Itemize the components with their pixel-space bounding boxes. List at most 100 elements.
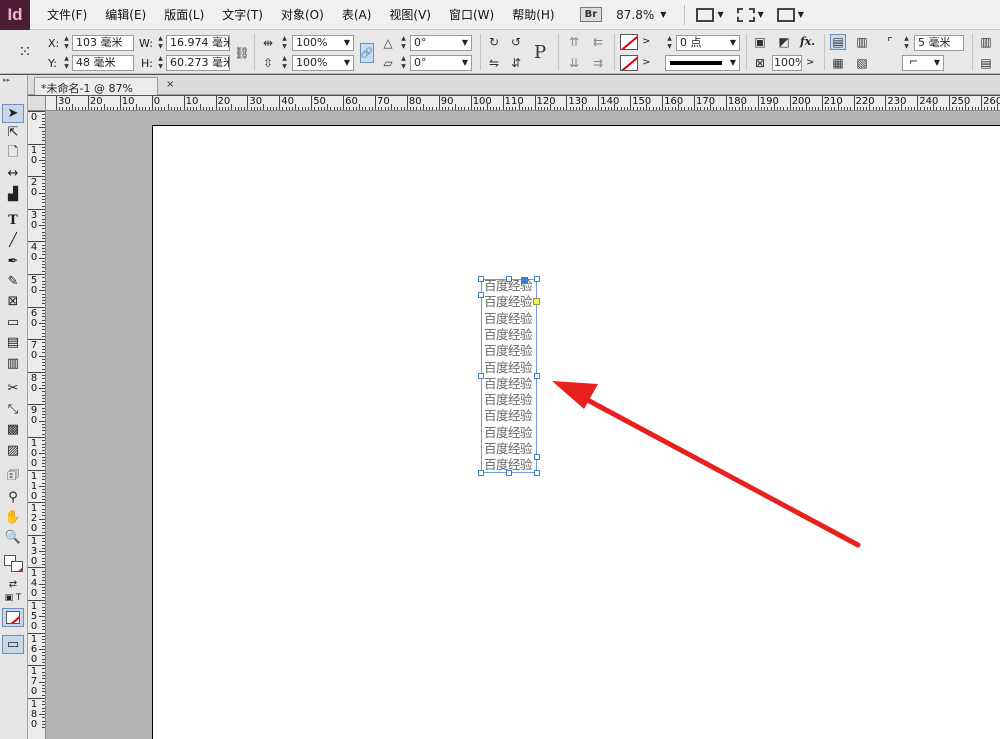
shadow-toggle-icon[interactable]: ◩ (776, 34, 792, 50)
text-out-port[interactable] (533, 298, 540, 305)
stroke-weight-stepper-icon[interactable]: ▲ ▼ (665, 35, 674, 51)
scale-y-field[interactable]: 100% ▼ (292, 55, 354, 71)
drop-shadow-icon[interactable]: ▣ (752, 34, 768, 50)
corner-shape-dropdown[interactable]: ⌐ ▼ (902, 55, 944, 71)
stroke-weight-field[interactable]: 0 点 ▼ (676, 35, 740, 51)
fill-swatch-icon[interactable] (620, 34, 638, 50)
close-icon[interactable]: × (166, 79, 174, 90)
arrange-documents-icon[interactable] (776, 7, 795, 22)
w-stepper-icon[interactable]: ▲ ▼ (156, 35, 165, 51)
h-stepper-icon[interactable]: ▲ ▼ (156, 55, 165, 71)
direct-selection-tool-icon[interactable]: ⇱ (2, 123, 24, 142)
width-field[interactable]: 16.974 毫米 (166, 35, 230, 51)
ruler-origin[interactable] (28, 96, 46, 111)
shear-angle-field[interactable]: 0° ▼ (410, 55, 472, 71)
wrap-none-icon[interactable]: ▦ (830, 55, 846, 71)
hand-tool-icon[interactable]: ✋ (2, 508, 24, 527)
free-transform-tool-icon[interactable]: ⤡ (2, 400, 24, 419)
chevron-right-icon[interactable]: > (642, 57, 650, 68)
flip-vertical-icon[interactable]: ⇵ (508, 55, 524, 71)
type-tool-icon[interactable]: T (2, 211, 24, 230)
rotate-stepper-icon[interactable]: ▲ ▼ (399, 35, 408, 51)
distribute-icon[interactable]: ▥ (978, 34, 994, 50)
rectangle-tool-icon[interactable]: ▭ (2, 313, 24, 332)
resize-handle-left[interactable] (478, 373, 484, 379)
select-previous-icon[interactable]: ⇇ (590, 34, 606, 50)
horizontal-grid-tool-icon[interactable]: ▤ (2, 333, 24, 352)
resize-handle-top[interactable] (506, 276, 512, 282)
resize-handle-top-right[interactable] (534, 276, 540, 282)
link-scale-icon[interactable]: 🔗 (360, 43, 374, 63)
pencil-tool-icon[interactable]: ✎ (2, 272, 24, 291)
shear-stepper-icon[interactable]: ▲ ▼ (399, 55, 408, 71)
menu-object[interactable]: 对象(O) (272, 6, 333, 23)
menu-help[interactable]: 帮助(H) (503, 6, 563, 23)
panel-collapse-icon[interactable]: ▸▸ (0, 75, 27, 85)
gap-tool-icon[interactable]: ↔ (2, 164, 24, 183)
document-page[interactable] (152, 125, 1000, 739)
page-tool-icon[interactable]: 🗋 (2, 144, 24, 163)
resize-handle-right[interactable] (534, 373, 540, 379)
view-options-icon[interactable] (696, 7, 715, 22)
chevron-right-icon[interactable]: > (806, 57, 814, 68)
align-icon[interactable]: ▤ (978, 55, 994, 71)
y-position-field[interactable]: 48 毫米 (72, 55, 134, 71)
fill-stroke-icon[interactable] (2, 554, 26, 573)
bridge-button[interactable]: Br (579, 7, 603, 22)
screen-mode-icon[interactable]: ▭ (2, 635, 24, 654)
resize-handle-bottom-left[interactable] (478, 470, 484, 476)
menu-edit[interactable]: 编辑(E) (96, 6, 155, 23)
x-position-field[interactable]: 103 毫米 (72, 35, 134, 51)
scissors-tool-icon[interactable]: ✂ (2, 379, 24, 398)
scale-y-stepper-icon[interactable]: ▲ ▼ (280, 55, 289, 71)
resize-handle-bottom-right[interactable] (534, 470, 540, 476)
chevron-right-icon[interactable]: > (642, 36, 650, 47)
apply-none-icon[interactable] (2, 608, 24, 627)
vertical-grid-tool-icon[interactable]: ▥ (2, 354, 24, 373)
height-field[interactable]: 60.273 毫米 (166, 55, 230, 71)
in-port-handle[interactable] (478, 292, 484, 298)
wrap-around-icon[interactable]: ▧ (854, 55, 870, 71)
note-tool-icon[interactable]: 🗊 (2, 467, 24, 486)
zoom-level-dropdown[interactable]: 87.8% ▼ (616, 8, 666, 22)
menu-type[interactable]: 文字(T) (213, 6, 272, 23)
x-stepper-icon[interactable]: ▲ ▼ (62, 35, 71, 51)
gradient-swatch-tool-icon[interactable]: ▩ (2, 420, 24, 439)
pen-tool-icon[interactable]: ✒ (2, 252, 24, 271)
y-stepper-icon[interactable]: ▲ ▼ (62, 55, 71, 71)
menu-view[interactable]: 视图(V) (380, 6, 440, 23)
horizontal-ruler[interactable]: 30 20 10 0 10 20 30 40 50 60 70 80 90 100 110 120 130 140… (46, 96, 1000, 111)
flip-horizontal-icon[interactable]: ⇋ (486, 55, 502, 71)
rotate-clockwise-icon[interactable]: ↻ (486, 34, 502, 50)
menu-layout[interactable]: 版面(L) (155, 6, 213, 23)
select-next-icon[interactable]: ⇉ (590, 55, 606, 71)
text-in-port[interactable] (521, 277, 528, 284)
stroke-type-dropdown[interactable]: ▼ (665, 55, 740, 71)
opacity-field[interactable]: 100% (772, 55, 802, 71)
resize-handle-top-left[interactable] (478, 276, 484, 282)
constrain-proportions-icon[interactable]: ⛓ (234, 45, 250, 61)
rotation-angle-field[interactable]: 0° ▼ (410, 35, 472, 51)
selection-tool-icon[interactable]: ➤ (2, 104, 24, 123)
formatting-affects-icon[interactable]: ▣ T (2, 588, 24, 607)
select-content-icon[interactable]: ⇊ (566, 55, 582, 71)
reference-point-icon[interactable]: ⁙ (16, 42, 32, 61)
line-tool-icon[interactable]: ╱ (2, 231, 24, 250)
rectangle-frame-tool-icon[interactable]: ⊠ (2, 292, 24, 311)
text-frame[interactable]: 百度经验 百度经验 百度经验 百度经验 百度经验 百度经验 百度经验 百度经验 … (437, 276, 540, 476)
zoom-tool-icon[interactable]: 🔍 (2, 528, 24, 547)
eyedropper-tool-icon[interactable]: ⚲ (2, 488, 24, 507)
out-port-handle[interactable] (534, 454, 540, 460)
menu-table[interactable]: 表(A) (333, 6, 381, 23)
screen-mode-icon[interactable] (736, 7, 755, 22)
corner-size-stepper-icon[interactable]: ▲ ▼ (902, 35, 911, 51)
stroke-swatch-icon[interactable] (620, 55, 638, 71)
select-container-icon[interactable]: ⇈ (566, 34, 582, 50)
menu-file[interactable]: 文件(F) (38, 6, 96, 23)
vertical-ruler[interactable]: 0102030405060708090100110120130140150160… (28, 111, 46, 739)
corner-size-field[interactable]: 5 毫米 (914, 35, 964, 51)
effects-icon[interactable]: fx. (800, 35, 815, 48)
content-collector-icon[interactable]: ▟ (2, 185, 24, 204)
scale-x-field[interactable]: 100% ▼ (292, 35, 354, 51)
rotate-counterclockwise-icon[interactable]: ↺ (508, 34, 524, 50)
